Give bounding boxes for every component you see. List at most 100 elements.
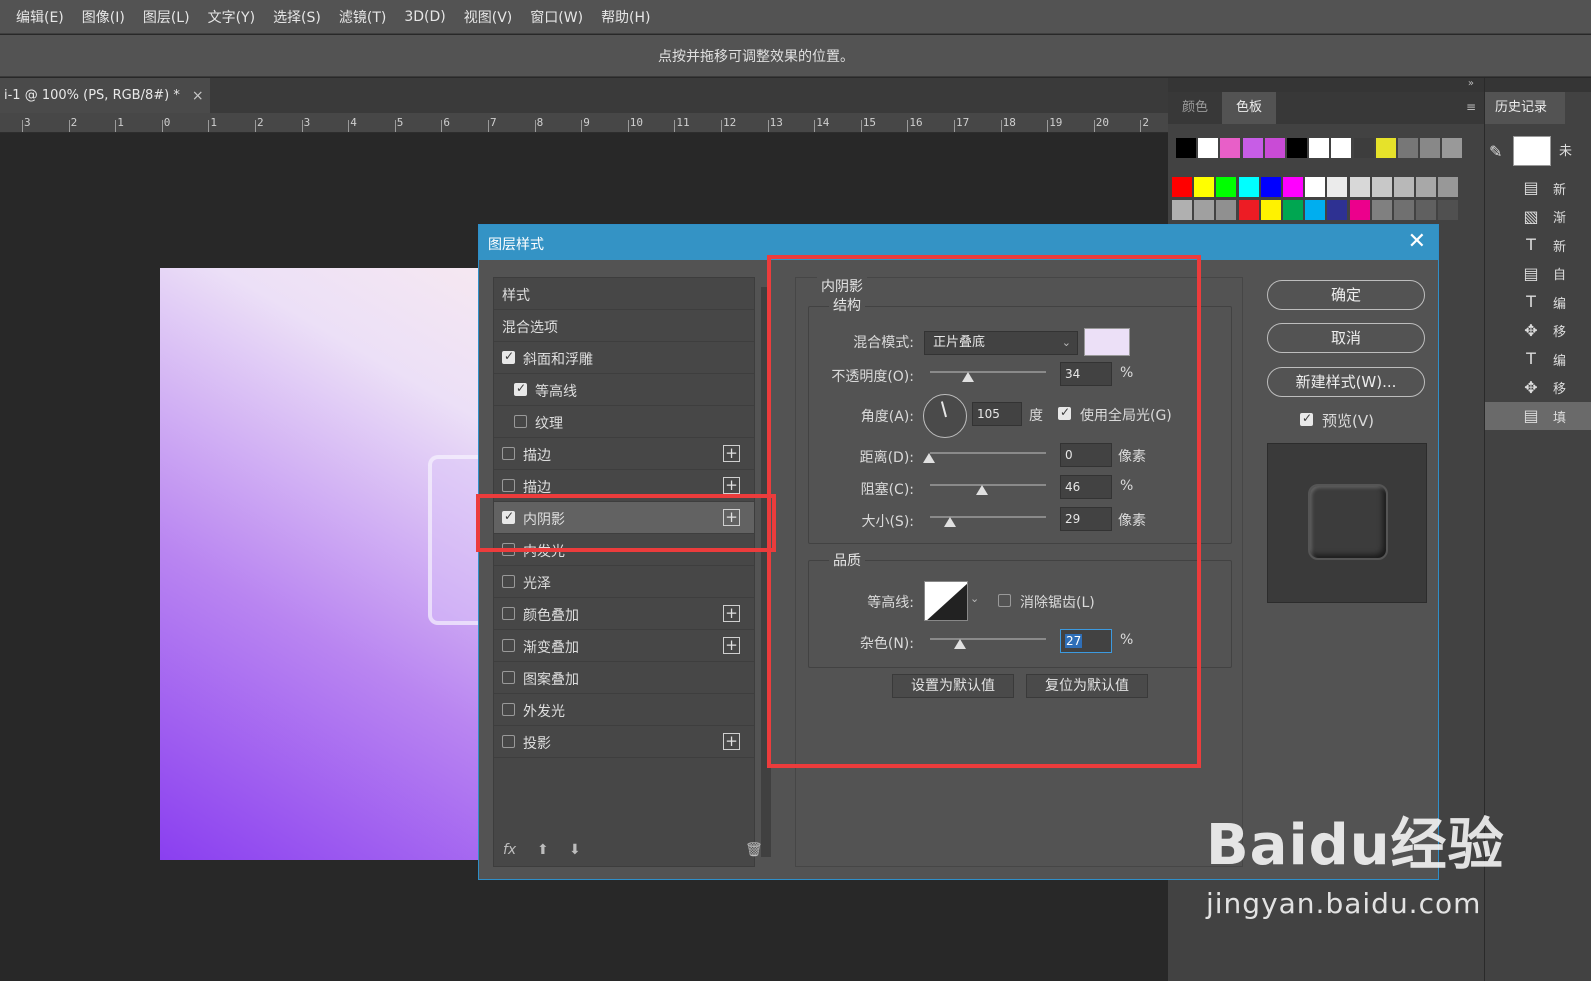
history-item[interactable]: ✥ 移 xyxy=(1485,317,1591,345)
color-swatch[interactable] xyxy=(1264,138,1285,158)
menu-help[interactable]: 帮助(H) xyxy=(601,7,650,27)
menu-type[interactable]: 文字(Y) xyxy=(208,7,255,27)
effect-item[interactable]: 图案叠加 xyxy=(494,662,754,694)
effect-checkbox[interactable] xyxy=(502,671,515,684)
effect-item[interactable]: 投影 + xyxy=(494,726,754,758)
color-swatch[interactable] xyxy=(1260,177,1281,197)
menu-filter[interactable]: 滤镜(T) xyxy=(339,7,386,27)
history-item[interactable]: ▤ 自 xyxy=(1485,260,1591,288)
move-up-icon[interactable]: ⬆ xyxy=(537,842,549,858)
effect-checkbox[interactable] xyxy=(502,479,515,492)
effect-checkbox[interactable] xyxy=(502,575,515,588)
effect-item[interactable]: 渐变叠加 + xyxy=(494,630,754,662)
effect-checkbox[interactable] xyxy=(502,703,515,716)
color-swatch[interactable] xyxy=(1438,177,1459,197)
history-item[interactable]: ▤ 新 xyxy=(1485,174,1591,202)
document-tab[interactable]: i-1 @ 100% (PS, RGB/8#) * × xyxy=(0,78,210,113)
color-swatch[interactable] xyxy=(1260,200,1281,220)
menu-edit[interactable]: 编辑(E) xyxy=(16,7,64,27)
history-snapshot-thumbnail[interactable] xyxy=(1513,136,1551,166)
effect-item[interactable]: 纹理 xyxy=(494,406,754,438)
color-swatch[interactable] xyxy=(1242,138,1263,158)
menu-layer[interactable]: 图层(L) xyxy=(143,7,190,27)
blend-options-item[interactable]: 混合选项 xyxy=(494,310,754,342)
color-swatch[interactable] xyxy=(1331,138,1352,158)
color-swatch[interactable] xyxy=(1172,177,1192,197)
effect-checkbox[interactable] xyxy=(514,381,527,396)
color-swatch[interactable] xyxy=(1198,138,1219,158)
effect-item[interactable]: 颜色叠加 + xyxy=(494,598,754,630)
effect-item[interactable]: 光泽 xyxy=(494,566,754,598)
add-effect-icon[interactable]: + xyxy=(723,733,740,750)
color-swatch[interactable] xyxy=(1420,138,1441,158)
color-swatch[interactable] xyxy=(1220,138,1241,158)
trash-icon[interactable]: 🗑 xyxy=(745,842,763,858)
styles-header[interactable]: 样式 xyxy=(494,278,754,310)
fx-icon[interactable]: fx xyxy=(503,842,516,858)
close-icon[interactable]: ✕ xyxy=(1408,229,1426,255)
move-down-icon[interactable]: ⬇ xyxy=(569,842,581,858)
color-swatch[interactable] xyxy=(1398,138,1418,158)
tab-history[interactable]: 历史记录 xyxy=(1485,92,1565,124)
history-item[interactable]: T编 xyxy=(1485,345,1591,373)
tab-swatches[interactable]: 色板 xyxy=(1222,92,1277,124)
history-item[interactable]: ▧ 渐 xyxy=(1485,203,1591,231)
color-swatch[interactable] xyxy=(1394,177,1414,197)
history-item[interactable]: T编 xyxy=(1485,288,1591,316)
effect-item[interactable]: 描边 + xyxy=(494,438,754,470)
color-swatch[interactable] xyxy=(1194,200,1215,220)
color-swatch[interactable] xyxy=(1287,138,1307,158)
history-item[interactable]: ✥ 移 xyxy=(1485,374,1591,402)
history-item[interactable]: ▤ 填 xyxy=(1485,402,1591,430)
panel-menu-icon[interactable]: ≡ xyxy=(1466,100,1476,114)
color-swatch[interactable] xyxy=(1327,200,1348,220)
effect-checkbox[interactable] xyxy=(502,447,515,460)
color-swatch[interactable] xyxy=(1172,200,1192,220)
ok-button[interactable]: 确定 xyxy=(1267,280,1425,310)
close-tab-icon[interactable]: × xyxy=(192,88,204,104)
effect-checkbox[interactable] xyxy=(514,415,527,428)
color-swatch[interactable] xyxy=(1416,200,1437,220)
add-effect-icon[interactable]: + xyxy=(723,605,740,622)
cancel-button[interactable]: 取消 xyxy=(1267,323,1425,353)
color-swatch[interactable] xyxy=(1216,177,1237,197)
color-swatch[interactable] xyxy=(1327,177,1348,197)
color-swatch[interactable] xyxy=(1309,138,1330,158)
color-swatch[interactable] xyxy=(1176,138,1196,158)
color-swatch[interactable] xyxy=(1371,177,1392,197)
color-swatch[interactable] xyxy=(1216,200,1237,220)
menu-window[interactable]: 窗口(W) xyxy=(530,7,583,27)
color-swatch[interactable] xyxy=(1194,177,1215,197)
add-effect-icon[interactable]: + xyxy=(723,637,740,654)
effect-checkbox[interactable] xyxy=(502,349,515,364)
color-swatch[interactable] xyxy=(1283,177,1303,197)
effect-checkbox[interactable] xyxy=(502,735,515,748)
color-swatch[interactable] xyxy=(1371,200,1392,220)
collapse-icon[interactable]: » xyxy=(1468,78,1474,89)
effect-item[interactable]: 斜面和浮雕 xyxy=(494,342,754,374)
preview-checkbox[interactable] xyxy=(1300,411,1313,426)
history-item[interactable]: T新 xyxy=(1485,231,1591,259)
effect-checkbox[interactable] xyxy=(502,639,515,652)
color-swatch[interactable] xyxy=(1238,177,1259,197)
color-swatch[interactable] xyxy=(1394,200,1414,220)
color-swatch[interactable] xyxy=(1416,177,1437,197)
effect-checkbox[interactable] xyxy=(502,607,515,620)
color-swatch[interactable] xyxy=(1305,200,1326,220)
effect-item[interactable]: 等高线 xyxy=(494,374,754,406)
color-swatch[interactable] xyxy=(1305,177,1326,197)
color-swatch[interactable] xyxy=(1349,177,1370,197)
color-swatch[interactable] xyxy=(1375,138,1396,158)
new-style-button[interactable]: 新建样式(W)... xyxy=(1267,367,1425,397)
tab-color[interactable]: 颜色 xyxy=(1168,92,1222,124)
color-swatch[interactable] xyxy=(1442,138,1463,158)
add-effect-icon[interactable]: + xyxy=(723,445,740,462)
color-swatch[interactable] xyxy=(1353,138,1374,158)
menu-image[interactable]: 图像(I) xyxy=(82,7,125,27)
color-swatch[interactable] xyxy=(1349,200,1370,220)
effect-item[interactable]: 外发光 xyxy=(494,694,754,726)
color-swatch[interactable] xyxy=(1283,200,1303,220)
menu-select[interactable]: 选择(S) xyxy=(273,7,321,27)
color-swatch[interactable] xyxy=(1238,200,1259,220)
menu-3d[interactable]: 3D(D) xyxy=(404,9,445,25)
